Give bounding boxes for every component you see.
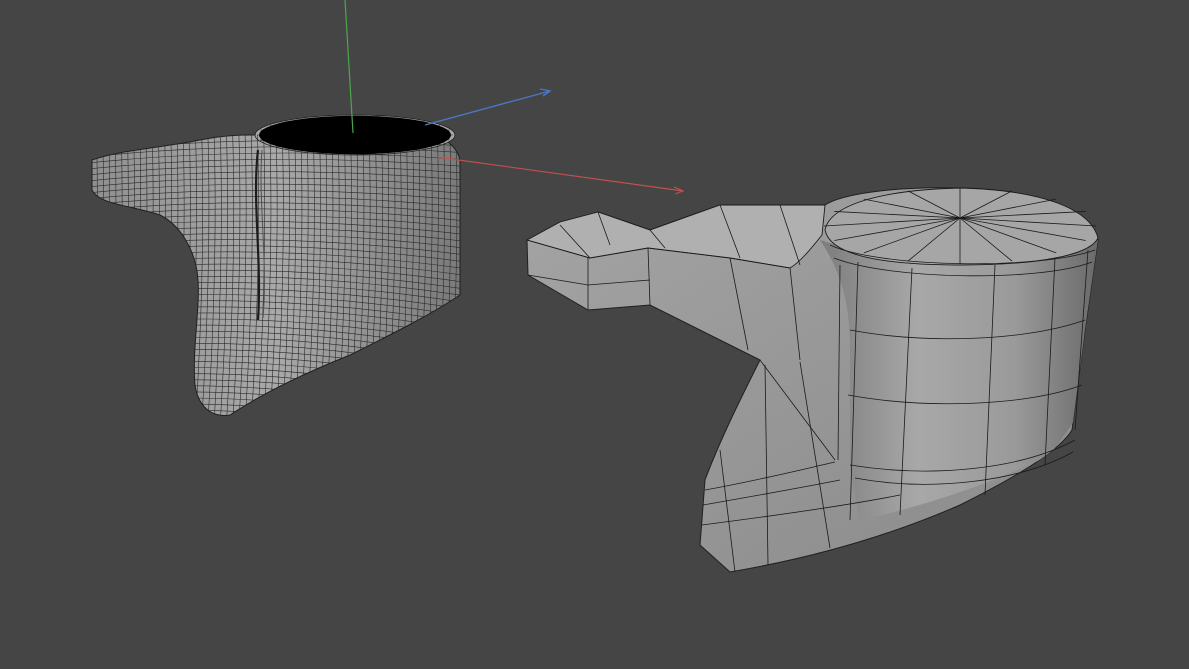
gizmo-y-axis[interactable] — [344, 0, 354, 134]
gizmo-z-axis[interactable] — [424, 90, 551, 126]
subdivided-mesh[interactable] — [84, 114, 463, 465]
subdivided-mesh-body — [91, 122, 461, 416]
subdivided-mesh-cap-wireframe — [256, 115, 454, 155]
3d-viewport[interactable] — [0, 0, 1189, 669]
gizmo-x-axis[interactable] — [436, 156, 684, 192]
scene-canvas[interactable] — [0, 0, 1189, 669]
base-mesh[interactable] — [525, 187, 1099, 573]
